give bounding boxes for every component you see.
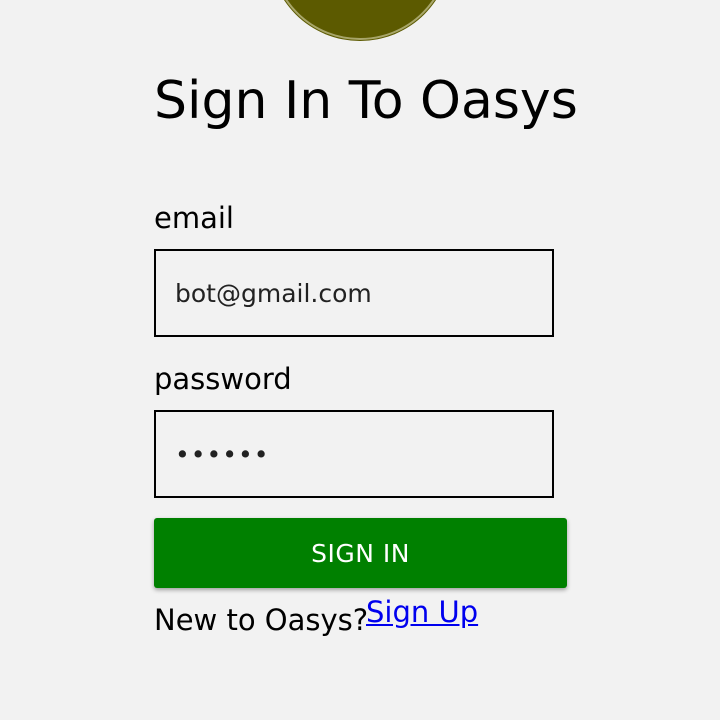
logo-icon [270, 0, 450, 40]
email-label: email [154, 201, 234, 235]
sign-up-link[interactable]: Sign Up [366, 594, 478, 630]
password-field[interactable] [154, 410, 554, 498]
password-label: password [154, 362, 292, 396]
page-title: Sign In To Oasys [154, 71, 578, 131]
sign-in-button[interactable]: SIGN IN [154, 518, 567, 588]
signup-prompt: New to Oasys? [154, 603, 369, 637]
email-field[interactable] [154, 249, 554, 337]
